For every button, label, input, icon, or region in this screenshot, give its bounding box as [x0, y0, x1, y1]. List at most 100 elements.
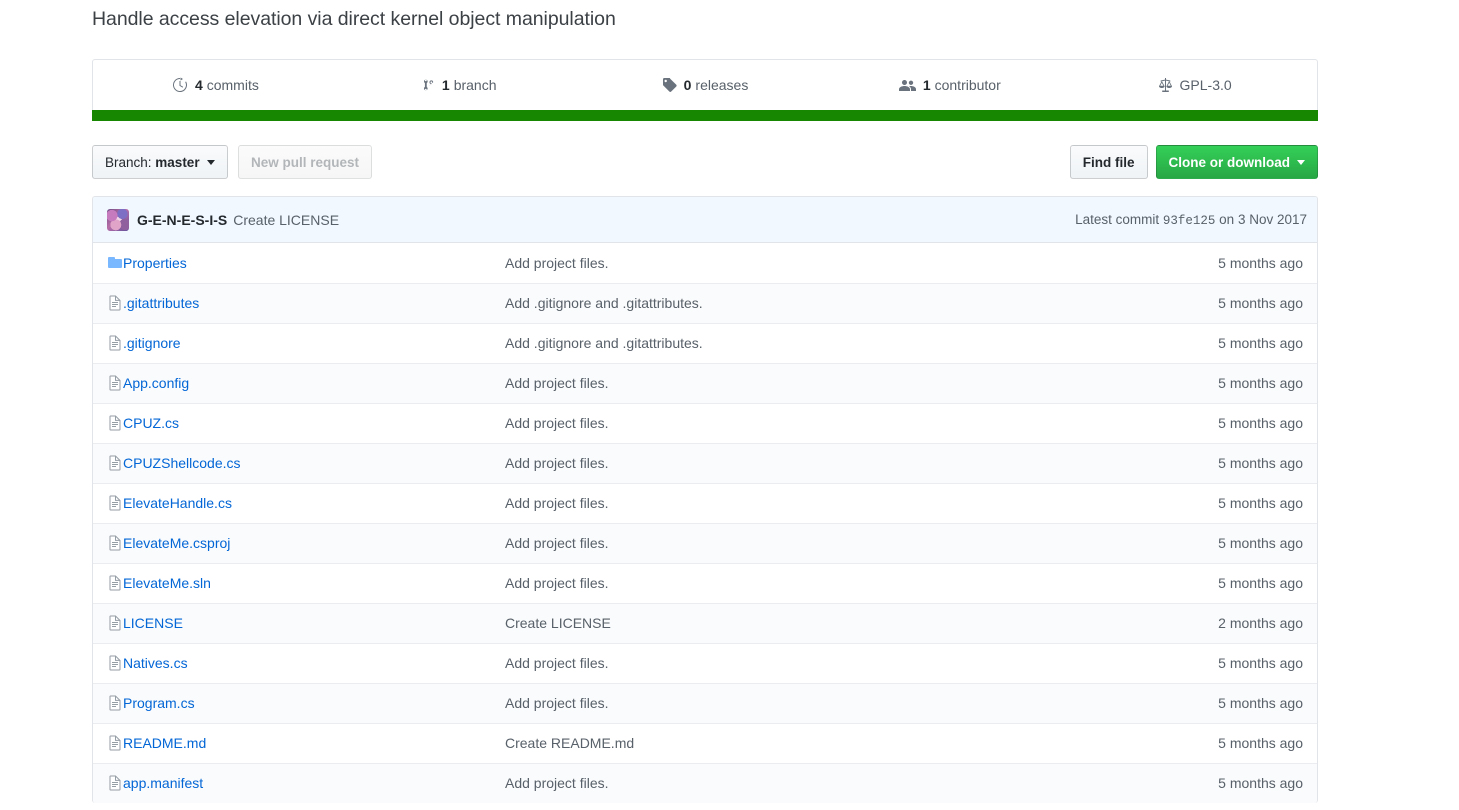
branches-label: branch — [453, 77, 497, 93]
file-name-link[interactable]: ElevateMe.sln — [123, 575, 211, 591]
commit-message-link[interactable]: Create LICENSE — [233, 212, 339, 228]
file-name-cell: ElevateHandle.cs — [123, 482, 505, 523]
commit-message-link[interactable]: Add .gitignore and .gitattributes. — [505, 335, 703, 351]
file-name-link[interactable]: ElevateHandle.cs — [123, 495, 232, 511]
commit-message-cell: Add project files. — [505, 402, 1177, 443]
file-navigation-toolbar: Branch: master New pull request Find fil… — [92, 145, 1318, 179]
commit-message-link[interactable]: Add project files. — [505, 535, 609, 551]
file-name-link[interactable]: .gitignore — [123, 335, 181, 351]
commit-message-link[interactable]: Add project files. — [505, 255, 609, 271]
summary-item-contributors[interactable]: 1 contributor — [827, 60, 1072, 110]
table-row: CPUZ.cs Add project files. 5 months ago — [93, 402, 1317, 443]
table-row: LICENSE Create LICENSE 2 months ago — [93, 602, 1317, 643]
commit-message-cell: Add project files. — [505, 762, 1177, 803]
contributors-label: contributor — [934, 77, 1001, 93]
file-icon — [107, 655, 123, 671]
file-name-cell: ElevateMe.sln — [123, 562, 505, 603]
commit-message-link[interactable]: Add project files. — [505, 775, 609, 791]
commit-author-link[interactable]: G-E-N-E-S-I-S — [137, 212, 227, 228]
table-row: Natives.cs Add project files. 5 months ago — [93, 642, 1317, 683]
table-row: .gitignore Add .gitignore and .gitattribu… — [93, 322, 1317, 363]
commit-message-link[interactable]: Add project files. — [505, 695, 609, 711]
table-row: App.config Add project files. 5 months ago — [93, 362, 1317, 403]
find-file-label: Find file — [1082, 154, 1135, 170]
file-icon — [107, 335, 123, 351]
commit-age-cell: 5 months ago — [1177, 482, 1317, 523]
latest-commit-prefix: Latest commit — [1075, 211, 1160, 227]
branch-prefix-label: Branch: — [105, 154, 152, 170]
commit-age-cell: 5 months ago — [1177, 442, 1317, 483]
repository-overview-bar: 4 commits 1 branch 0 releases 1 contribu… — [92, 59, 1318, 111]
file-name-cell: app.manifest — [123, 762, 505, 803]
git-branch-icon — [423, 77, 435, 93]
commit-age-cell: 5 months ago — [1218, 254, 1303, 271]
commit-age-cell: 5 months ago — [1177, 282, 1317, 323]
file-name-link[interactable]: CPUZ.cs — [123, 415, 179, 431]
commit-message-cell: Create README.md — [505, 722, 1177, 763]
branches-count: 1 — [441, 77, 450, 93]
file-icon — [107, 375, 123, 391]
commit-message-cell: Create LICENSE — [505, 602, 1177, 643]
find-file-button[interactable]: Find file — [1069, 145, 1148, 179]
file-name-link[interactable]: CPUZShellcode.cs — [123, 455, 241, 471]
file-icon — [107, 455, 123, 471]
table-row: ElevateMe.csproj Add project files. 5 mont… — [93, 522, 1317, 563]
commit-age-cell: 5 months ago — [1177, 402, 1317, 443]
language-bar — [92, 110, 1318, 121]
law-icon — [1158, 77, 1173, 93]
commit-message-link[interactable]: Create README.md — [505, 735, 634, 751]
commit-age-cell: 5 months ago — [1177, 322, 1317, 363]
file-name-cell: README.md — [123, 722, 505, 763]
summary-item-commits[interactable]: 4 commits — [93, 60, 338, 110]
branch-name-label: master — [155, 154, 200, 170]
file-name-link[interactable]: Natives.cs — [123, 655, 188, 671]
commit-message-link[interactable]: Add .gitignore and .gitattributes. — [505, 295, 703, 311]
file-name-cell: CPUZ.cs — [123, 402, 505, 443]
commit-message-link[interactable]: Add project files. — [505, 575, 609, 591]
summary-item-branches[interactable]: 1 branch — [338, 60, 583, 110]
avatar — [107, 208, 129, 231]
file-name-link[interactable]: Program.cs — [123, 695, 195, 711]
contributors-count: 1 — [922, 77, 931, 93]
file-name-link[interactable]: LICENSE — [123, 615, 183, 631]
file-name-cell: ElevateMe.csproj — [123, 522, 505, 563]
file-name-cell: Program.cs — [123, 682, 505, 723]
language-segment-0 — [92, 110, 1318, 121]
commit-sha-link[interactable]: 93fe125 — [1163, 214, 1216, 228]
commit-message-link[interactable]: Add project files. — [505, 655, 609, 671]
folder-icon — [107, 255, 123, 271]
file-name-cell: .gitignore — [123, 322, 505, 363]
commit-age-cell: 5 months ago — [1177, 642, 1317, 683]
file-name-link[interactable]: ElevateMe.csproj — [123, 535, 230, 551]
commit-message-cell: Add project files. — [505, 562, 1177, 603]
commit-message-cell: Add project files. — [505, 642, 1177, 683]
clone-or-download-button[interactable]: Clone or download — [1155, 145, 1318, 179]
commit-message-cell: Add project files. — [505, 522, 1177, 563]
file-name-cell: Properties — [123, 243, 505, 283]
table-row: CPUZShellcode.cs Add project files. 5 mont… — [93, 442, 1317, 483]
commit-message-cell: Add .gitignore and .gitattributes. — [505, 322, 1177, 363]
commit-message-link[interactable]: Add project files. — [505, 375, 609, 391]
commit-message-link[interactable]: Add project files. — [505, 495, 609, 511]
summary-item-license[interactable]: GPL-3.0 — [1072, 60, 1317, 110]
commit-message-link[interactable]: Add project files. — [505, 415, 609, 431]
file-name-link[interactable]: Properties — [123, 255, 187, 271]
file-icon — [107, 775, 123, 791]
chevron-down-icon — [206, 159, 215, 165]
commit-message-link[interactable]: Add project files. — [505, 455, 609, 471]
branch-select-button[interactable]: Branch: master — [92, 145, 228, 179]
new-pull-request-button[interactable]: New pull request — [238, 145, 373, 179]
file-name-link[interactable]: app.manifest — [123, 775, 203, 791]
file-table: Properties Add project files. 5 months ago… — [93, 243, 1317, 803]
table-row: ElevateMe.sln Add project files. 5 months … — [93, 562, 1317, 603]
new-pull-request-label: New pull request — [251, 154, 360, 170]
file-name-link[interactable]: .gitattributes — [123, 295, 199, 311]
commit-message-link[interactable]: Create LICENSE — [505, 615, 611, 631]
table-row: Properties Add project files. 5 months ago — [93, 243, 1317, 283]
commit-message-cell: Add project files. — [505, 362, 1177, 403]
releases-label: releases — [695, 77, 749, 93]
summary-item-releases[interactable]: 0 releases — [583, 60, 828, 110]
file-name-link[interactable]: README.md — [123, 735, 206, 751]
commit-age-cell: 5 months ago — [1177, 682, 1317, 723]
file-name-link[interactable]: App.config — [123, 375, 189, 391]
